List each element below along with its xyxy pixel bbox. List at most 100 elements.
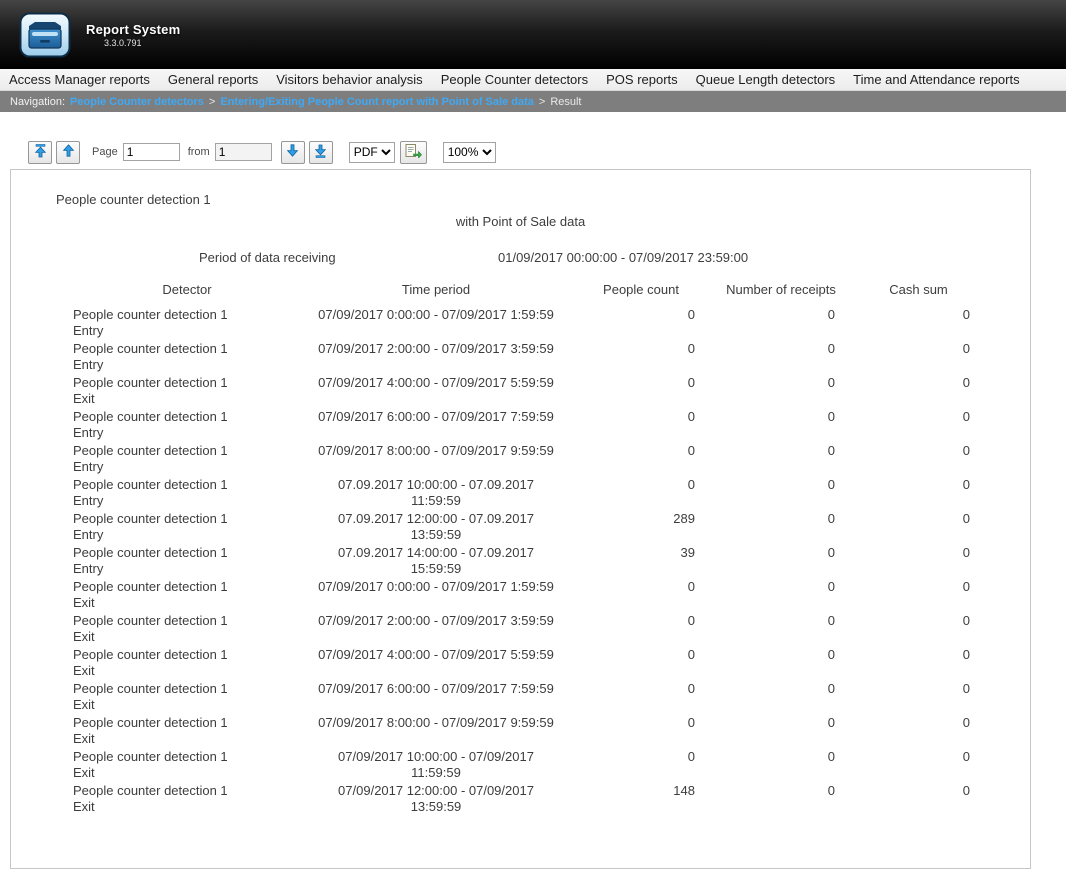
first-page-button[interactable] <box>28 141 52 164</box>
time-period-cell: 07/09/2017 2:00:00 - 07/09/2017 3:59:59 <box>301 613 571 629</box>
detector-type: Entry <box>73 561 301 577</box>
report-system-logo-icon <box>18 11 72 59</box>
table-row: People counter detection 1 Entry 07/09/2… <box>11 341 1030 375</box>
table-row: People counter detection 1 Exit 07/09/20… <box>11 749 1030 783</box>
top-menu: Access Manager reports General reports V… <box>0 69 1066 91</box>
time-period-cell: 07/09/2017 12:00:00 - 07/09/2017 13:59:5… <box>301 783 571 815</box>
table-row: People counter detection 1 Exit 07/09/20… <box>11 647 1030 681</box>
detector-name: People counter detection 1 <box>73 443 301 459</box>
last-page-button[interactable] <box>309 141 333 164</box>
next-page-button[interactable] <box>281 141 305 164</box>
time-period-cell: 07.09.2017 10:00:00 - 07.09.2017 11:59:5… <box>301 477 571 509</box>
detector-cell: People counter detection 1 Exit <box>73 783 301 815</box>
people-count-cell: 0 <box>571 749 711 764</box>
receipts-cell: 0 <box>711 613 851 628</box>
cash-sum-cell: 0 <box>851 375 986 390</box>
detector-type: Entry <box>73 425 301 441</box>
detector-name: People counter detection 1 <box>73 715 301 731</box>
cash-sum-cell: 0 <box>851 613 986 628</box>
receipts-cell: 0 <box>711 715 851 730</box>
people-count-cell: 0 <box>571 579 711 594</box>
table-row: People counter detection 1 Entry 07.09.2… <box>11 545 1030 579</box>
detector-name: People counter detection 1 <box>73 341 301 357</box>
detector-cell: People counter detection 1 Entry <box>73 511 301 543</box>
detector-type: Entry <box>73 527 301 543</box>
menu-item-queue-length-detectors[interactable]: Queue Length detectors <box>687 72 845 87</box>
receipts-cell: 0 <box>711 341 851 356</box>
cash-sum-cell: 0 <box>851 341 986 356</box>
page-label: Page <box>92 146 118 158</box>
menu-item-time-attendance-reports[interactable]: Time and Attendance reports <box>844 72 1028 87</box>
detector-name: People counter detection 1 <box>73 647 301 663</box>
people-count-cell: 0 <box>571 681 711 696</box>
detector-type: Entry <box>73 323 301 339</box>
detector-cell: People counter detection 1 Exit <box>73 749 301 781</box>
breadcrumb-link-report[interactable]: Entering/Exiting People Count report wit… <box>220 96 534 108</box>
receipts-cell: 0 <box>711 783 851 798</box>
cash-sum-cell: 0 <box>851 307 986 322</box>
people-count-cell: 289 <box>571 511 711 526</box>
receipts-cell: 0 <box>711 409 851 424</box>
column-header-time-period: Time period <box>301 282 571 297</box>
receipts-cell: 0 <box>711 375 851 390</box>
breadcrumb-prefix: Navigation: <box>10 96 65 108</box>
export-button[interactable] <box>400 141 427 164</box>
detector-name: People counter detection 1 <box>73 307 301 323</box>
detector-cell: People counter detection 1 Exit <box>73 681 301 713</box>
detector-cell: People counter detection 1 Entry <box>73 307 301 339</box>
export-format-select[interactable]: PDF <box>349 142 395 163</box>
detector-name: People counter detection 1 <box>73 477 301 493</box>
cash-sum-cell: 0 <box>851 477 986 492</box>
report-table-body: People counter detection 1 Entry 07/09/2… <box>11 307 1030 817</box>
column-header-number-of-receipts: Number of receipts <box>711 282 851 297</box>
detector-cell: People counter detection 1 Entry <box>73 545 301 577</box>
time-period-cell: 07.09.2017 12:00:00 - 07.09.2017 13:59:5… <box>301 511 571 543</box>
time-period-cell: 07/09/2017 0:00:00 - 07/09/2017 1:59:59 <box>301 307 571 323</box>
table-row: People counter detection 1 Exit 07/09/20… <box>11 783 1030 817</box>
receipts-cell: 0 <box>711 477 851 492</box>
cash-sum-cell: 0 <box>851 647 986 662</box>
menu-item-pos-reports[interactable]: POS reports <box>597 72 687 87</box>
page-input[interactable] <box>123 143 180 161</box>
time-period-cell: 07/09/2017 10:00:00 - 07/09/2017 11:59:5… <box>301 749 571 781</box>
total-pages-input[interactable] <box>215 143 272 161</box>
detector-name: People counter detection 1 <box>73 681 301 697</box>
detector-cell: People counter detection 1 Entry <box>73 443 301 475</box>
detector-type: Exit <box>73 595 301 611</box>
menu-item-people-counter-detectors[interactable]: People Counter detectors <box>432 72 597 87</box>
receipts-cell: 0 <box>711 545 851 560</box>
people-count-cell: 0 <box>571 613 711 628</box>
menu-item-access-manager-reports[interactable]: Access Manager reports <box>0 72 159 87</box>
table-row: People counter detection 1 Entry 07/09/2… <box>11 443 1030 477</box>
breadcrumb-separator: > <box>539 96 545 108</box>
menu-item-visitors-behavior-analysis[interactable]: Visitors behavior analysis <box>267 72 431 87</box>
period-value: 01/09/2017 00:00:00 - 07/09/2017 23:59:0… <box>498 250 748 265</box>
detector-cell: People counter detection 1 Exit <box>73 375 301 407</box>
detector-cell: People counter detection 1 Exit <box>73 647 301 679</box>
people-count-cell: 0 <box>571 375 711 390</box>
table-row: People counter detection 1 Exit 07/09/20… <box>11 715 1030 749</box>
table-row: People counter detection 1 Entry 07/09/2… <box>11 307 1030 341</box>
report-title: People counter detection 1 <box>56 192 1030 207</box>
time-period-cell: 07/09/2017 8:00:00 - 07/09/2017 9:59:59 <box>301 715 571 731</box>
detector-type: Entry <box>73 357 301 373</box>
receipts-cell: 0 <box>711 681 851 696</box>
time-period-cell: 07/09/2017 6:00:00 - 07/09/2017 7:59:59 <box>301 409 571 425</box>
time-period-cell: 07/09/2017 0:00:00 - 07/09/2017 1:59:59 <box>301 579 571 595</box>
people-count-cell: 0 <box>571 715 711 730</box>
zoom-select[interactable]: 100% <box>443 142 496 163</box>
prev-page-button[interactable] <box>56 141 80 164</box>
menu-item-general-reports[interactable]: General reports <box>159 72 267 87</box>
detector-cell: People counter detection 1 Exit <box>73 613 301 645</box>
column-header-detector: Detector <box>73 282 301 297</box>
detector-type: Exit <box>73 663 301 679</box>
time-period-cell: 07.09.2017 14:00:00 - 07.09.2017 15:59:5… <box>301 545 571 577</box>
detector-name: People counter detection 1 <box>73 375 301 391</box>
detector-type: Exit <box>73 391 301 407</box>
app-title: Report System <box>86 22 180 37</box>
export-report-icon <box>405 143 422 161</box>
breadcrumb-link-people-counter-detectors[interactable]: People Counter detectors <box>70 96 204 108</box>
receipts-cell: 0 <box>711 511 851 526</box>
report-page: People counter detection 1 with Point of… <box>10 169 1031 869</box>
arrow-up-to-bar-icon <box>34 144 47 161</box>
